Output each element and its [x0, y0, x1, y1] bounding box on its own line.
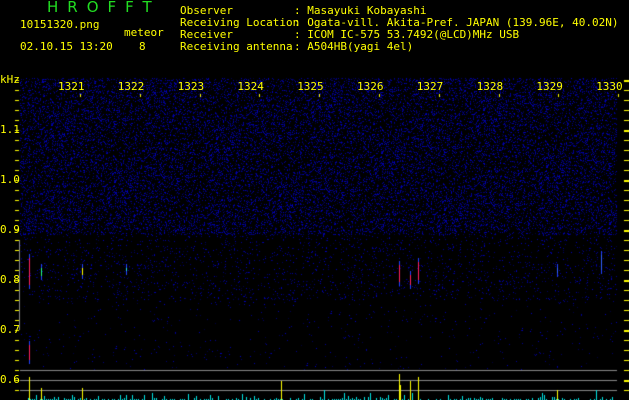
antenna-label: Receiving antenna — [180, 40, 293, 53]
time-tick-label: 1325 — [297, 80, 324, 93]
app-title: HROFFT — [47, 0, 161, 16]
time-tick-label: 1328 — [476, 80, 504, 93]
y-tick-label: 0.8 — [0, 273, 20, 286]
meteor-count: 8 — [139, 40, 146, 53]
time-tick-label: 1326 — [357, 80, 384, 93]
y-tick-label: 0.9 — [0, 223, 20, 236]
y-tick-label: 1.0 — [0, 173, 20, 186]
y-tick-label: 1.1 — [0, 123, 20, 136]
time-tick-label: 1329 — [536, 80, 563, 93]
y-tick-label: 0.7 — [0, 323, 20, 336]
antenna-value: : A504HB(yagi 4el) — [294, 40, 414, 53]
time-tick-label: 1324 — [237, 80, 264, 93]
time-tick-label: 1327 — [416, 80, 444, 93]
datetime: 02.10.15 13:20 — [20, 40, 113, 53]
spectrogram — [0, 0, 629, 400]
meteor-label: meteor — [124, 26, 164, 39]
filename: 10151320.png — [20, 18, 100, 31]
time-tick-label: 1323 — [177, 80, 205, 93]
time-tick-label: 1330 — [596, 80, 623, 93]
time-tick-label: 1322 — [117, 80, 145, 93]
y-tick-label: 0.6 — [0, 373, 20, 386]
y-unit-label: kHz — [0, 73, 20, 86]
time-tick-label: 1321 — [58, 80, 85, 93]
